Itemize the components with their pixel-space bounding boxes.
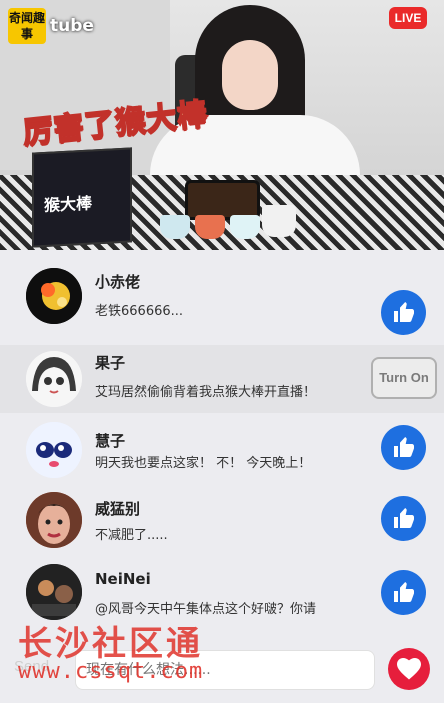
food-container [185, 180, 260, 220]
comment-text: 艾玛居然偷偷背着我点猴大棒开直播！ [95, 385, 317, 400]
product-box: 猴大棒 [32, 147, 132, 248]
commenter-name: 威猛别 [95, 500, 141, 518]
channel-name: tube [50, 16, 94, 36]
like-button[interactable] [381, 496, 426, 541]
comment-row: 小赤佬 老铁666666... [0, 260, 444, 335]
thumbs-up-icon [393, 301, 414, 322]
sauce-cup [195, 215, 225, 239]
commenter-name: 慧子 [95, 432, 126, 450]
avatar-image [26, 492, 82, 548]
comment-text: 不减肥了..... [95, 528, 168, 543]
comment-text: 老铁666666... [95, 304, 184, 319]
live-badge: LIVE [389, 7, 427, 29]
comment-row: 威猛别 不减肥了..... [0, 490, 444, 562]
channel-logo-badge: 奇闻趣事 [8, 8, 46, 44]
avatar-image [26, 422, 82, 478]
comment-row: 慧子 明天我也要点这家！ 不！ 今天晚上！ [0, 418, 444, 490]
commenter-name: 小赤佬 [95, 273, 141, 291]
comment-input[interactable] [75, 650, 375, 690]
like-button[interactable] [381, 570, 426, 615]
avatar[interactable] [26, 268, 82, 324]
heart-icon [397, 658, 421, 680]
product-name: 猴大棒 [44, 193, 93, 215]
live-video-player[interactable]: 猴大棒 奇闻趣事 tube LIVE 厉害了猴大棒 [0, 0, 444, 250]
avatar[interactable] [26, 564, 82, 620]
sauce-cup [230, 215, 260, 239]
sauce-cup [160, 215, 190, 239]
like-button[interactable] [381, 425, 426, 470]
comment-row: 果子 艾玛居然偷偷背着我点猴大棒开直播！ Turn On [0, 345, 444, 413]
comment-row: NeiNei @风哥今天中午集体点这个好啵？你请 [0, 562, 444, 634]
avatar-image [26, 351, 82, 407]
comment-text: @风哥今天中午集体点这个好啵？你请 [95, 602, 317, 617]
streamer-face [222, 40, 278, 110]
comment-list[interactable]: 小赤佬 老铁666666... 果子 艾玛居然偷偷背着我点猴大棒开直播！ Tur… [0, 250, 444, 640]
channel-logo[interactable]: 奇闻趣事 tube [8, 8, 94, 44]
thumbs-up-icon [393, 507, 414, 528]
avatar-image [26, 564, 82, 620]
thumbs-up-icon [393, 436, 414, 457]
avatar[interactable] [26, 351, 82, 407]
comment-text: 明天我也要点这家！ 不！ 今天晚上！ [95, 456, 312, 471]
commenter-name: 果子 [95, 354, 126, 372]
turn-on-button[interactable]: Turn On [371, 357, 437, 399]
avatar-image [26, 268, 82, 324]
heart-button[interactable] [388, 648, 430, 690]
thumbs-up-icon [393, 581, 414, 602]
comment-composer: Send [0, 640, 444, 703]
like-button[interactable] [381, 290, 426, 335]
send-button[interactable]: Send [14, 658, 49, 675]
avatar[interactable] [26, 422, 82, 478]
commenter-name: NeiNei [95, 570, 151, 588]
avatar[interactable] [26, 492, 82, 548]
food-bowl [262, 205, 296, 237]
